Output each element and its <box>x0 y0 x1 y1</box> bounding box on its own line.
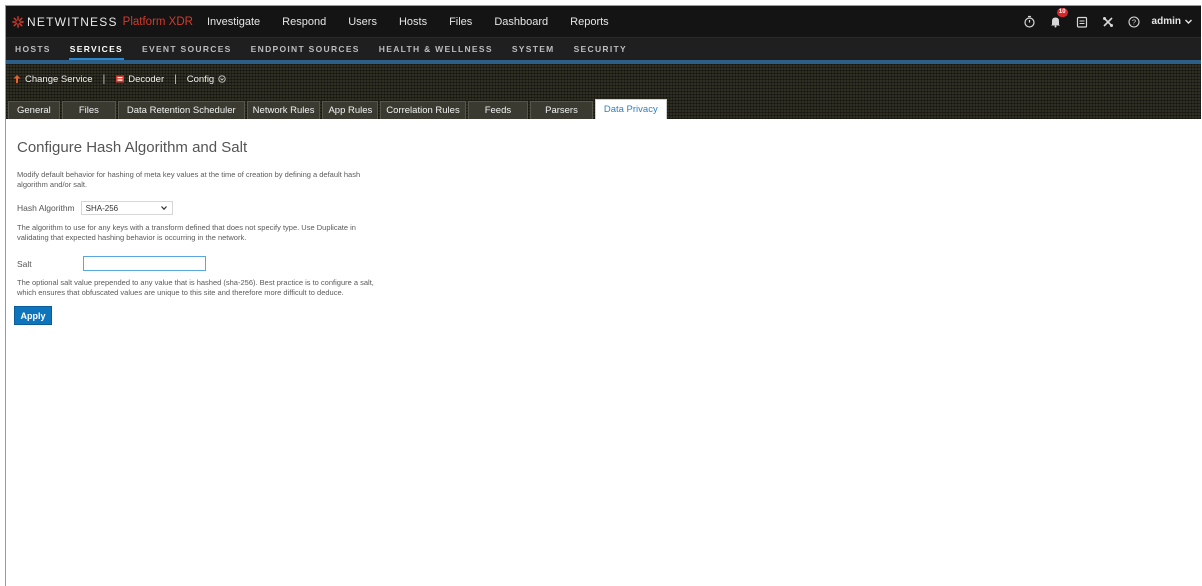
tab-data-retention-scheduler[interactable]: Data Retention Scheduler <box>117 101 245 119</box>
admin-sub-nav: HOSTS SERVICES EVENT SOURCES ENDPOINT SO… <box>6 37 1201 60</box>
subnav-services[interactable]: SERVICES <box>68 38 125 60</box>
config-view-selector[interactable]: Config <box>187 74 226 85</box>
decoder-service[interactable]: Decoder <box>115 74 164 85</box>
view-name: Config <box>186 73 215 85</box>
chevron-down-icon <box>1185 19 1192 24</box>
chevron-down-icon <box>160 206 167 211</box>
main-nav-reports[interactable]: Reports <box>570 16 609 28</box>
tab-app-rules[interactable]: App Rules <box>322 101 379 119</box>
salt-row: Salt <box>17 256 1201 271</box>
change-service-button[interactable]: Change Service <box>12 74 93 85</box>
hash-algorithm-select[interactable]: SHA-256 <box>80 201 173 215</box>
user-menu[interactable]: admin <box>1152 16 1193 27</box>
hash-algorithm-value: SHA-256 <box>85 203 119 213</box>
tools-icon[interactable] <box>1100 14 1116 30</box>
top-bar: NETWITNESS Platform XDR Investigate Resp… <box>6 6 1201 37</box>
data-privacy-panel: Configure Hash Algorithm and Salt Modify… <box>6 119 1201 325</box>
main-nav-hosts[interactable]: Hosts <box>399 16 427 28</box>
tab-feeds[interactable]: Feeds <box>467 101 529 119</box>
tab-network-rules[interactable]: Network Rules <box>246 101 321 119</box>
subnav-health-wellness[interactable]: HEALTH & WELLNESS <box>379 38 493 60</box>
netwitness-logo-icon <box>12 15 24 28</box>
service-bar: Change Service | Decoder | Config <box>6 70 226 88</box>
hash-algorithm-label: Hash Algorithm <box>17 203 75 213</box>
subnav-hosts[interactable]: HOSTS <box>15 38 51 60</box>
main-nav-users[interactable]: Users <box>348 16 377 28</box>
user-name: admin <box>1151 16 1181 27</box>
subnav-event-sources[interactable]: EVENT SOURCES <box>142 38 232 60</box>
salt-input[interactable] <box>82 256 206 271</box>
brand[interactable]: NETWITNESS Platform XDR <box>6 15 193 29</box>
clipboard-icon[interactable] <box>1074 14 1090 30</box>
apply-button[interactable]: Apply <box>14 306 52 325</box>
timer-icon[interactable] <box>1022 14 1038 30</box>
tab-correlation-rules[interactable]: Correlation Rules <box>380 101 466 119</box>
decoder-icon <box>116 75 125 83</box>
main-nav-files[interactable]: Files <box>449 16 472 28</box>
main-nav: Investigate Respond Users Hosts Files Da… <box>207 16 631 28</box>
app-window: NETWITNESS Platform XDR Investigate Resp… <box>5 5 1201 586</box>
config-tabs: General Files Data Retention Scheduler N… <box>8 97 669 119</box>
brand-name: NETWITNESS <box>27 14 118 29</box>
top-right-tools: 10 ? admin <box>1012 6 1193 37</box>
salt-label: Salt <box>17 258 32 269</box>
tab-files[interactable]: Files <box>61 101 116 119</box>
tab-general[interactable]: General <box>8 101 60 119</box>
dropdown-circle-icon <box>218 75 226 83</box>
intro-text: Modify default behavior for hashing of m… <box>17 170 361 189</box>
main-nav-dashboard[interactable]: Dashboard <box>494 16 548 28</box>
main-nav-investigate[interactable]: Investigate <box>207 16 260 28</box>
subnav-system[interactable]: SYSTEM <box>512 38 555 60</box>
page-title: Configure Hash Algorithm and Salt <box>17 139 248 156</box>
subnav-endpoint-sources[interactable]: ENDPOINT SOURCES <box>251 38 360 60</box>
notifications-bell-icon[interactable]: 10 <box>1048 7 1068 30</box>
help-icon[interactable]: ? <box>1126 14 1142 30</box>
notification-count-badge: 10 <box>1056 7 1068 17</box>
svg-text:?: ? <box>1131 17 1135 26</box>
salt-help-text: The optional salt value prepended to any… <box>17 278 374 297</box>
change-service-icon <box>13 75 21 83</box>
tab-parsers[interactable]: Parsers <box>530 101 593 119</box>
service-toolbar: Change Service | Decoder | Config Genera… <box>6 64 1201 119</box>
change-service-label: Change Service <box>25 73 93 85</box>
hash-algorithm-row: Hash Algorithm SHA-256 <box>17 201 1201 215</box>
brand-subtitle: Platform XDR <box>122 15 193 28</box>
service-name: Decoder <box>128 73 165 85</box>
main-nav-respond[interactable]: Respond <box>282 16 326 28</box>
subnav-security[interactable]: SECURITY <box>574 38 627 60</box>
tab-data-privacy[interactable]: Data Privacy <box>594 99 667 119</box>
hash-help-text: The algorithm to use for any keys with a… <box>17 223 356 242</box>
